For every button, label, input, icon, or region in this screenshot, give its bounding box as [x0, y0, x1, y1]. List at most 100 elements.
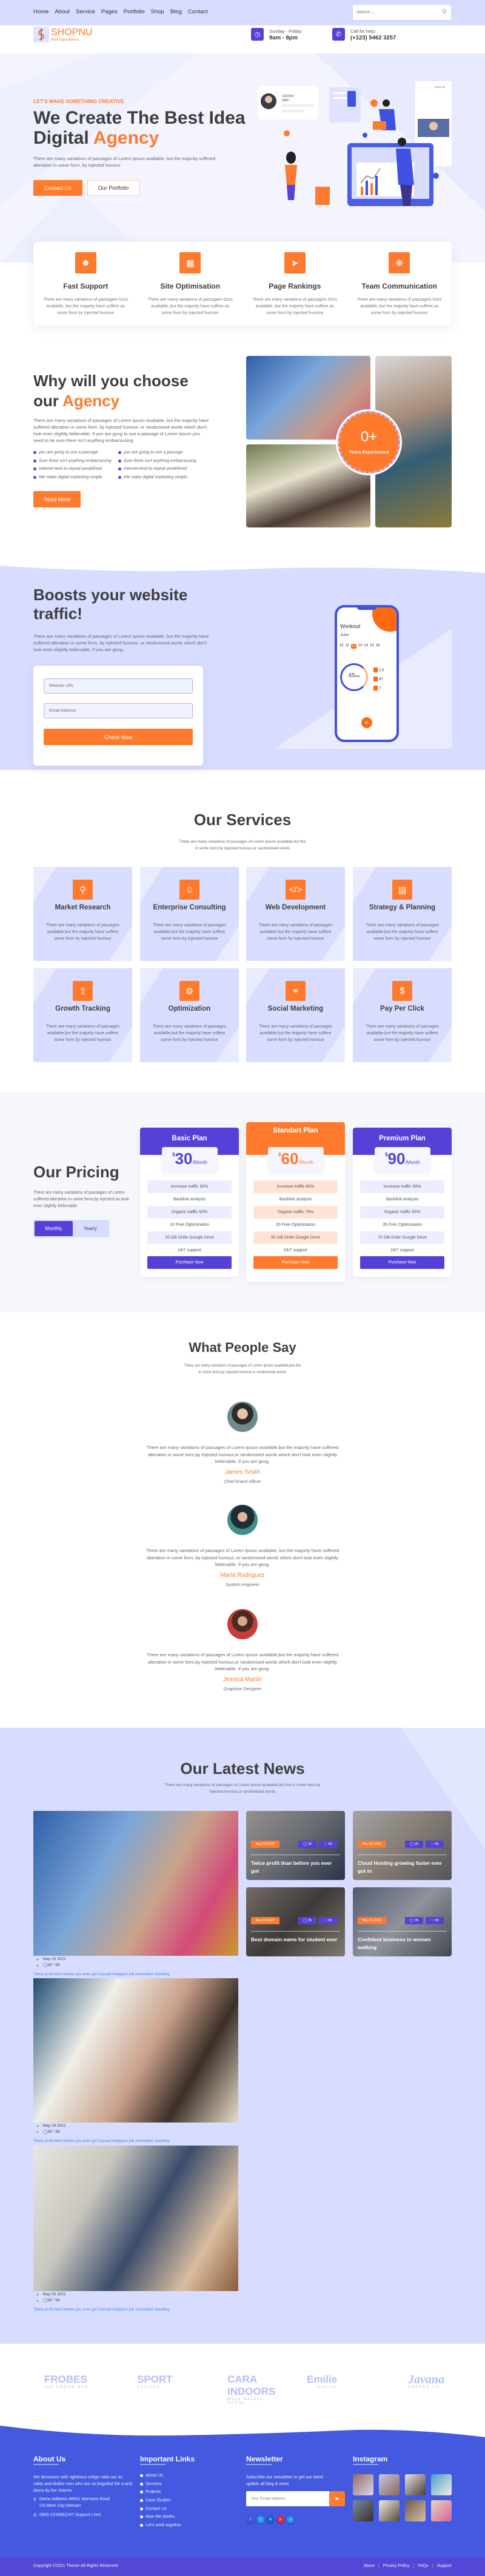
logo-icon[interactable]	[33, 27, 49, 42]
heart-icon: ♡	[430, 1842, 434, 1846]
footer-link[interactable]: Projects	[140, 2488, 181, 2497]
comment-count-badge[interactable]: ◯ 35	[405, 1917, 423, 1924]
service-card[interactable]: ⇧ Growth Tracking There are many variation…	[33, 968, 132, 1062]
logo-name[interactable]: SHOPNU	[51, 27, 92, 38]
news-card-title[interactable]: Twice profit than before you ever got	[251, 1859, 340, 1875]
nav-link-contact[interactable]: Contact	[188, 8, 208, 15]
why-list-item: you are going to use a passage	[118, 449, 196, 457]
footer-bottom-link-about[interactable]: About	[364, 2564, 375, 2568]
nav-link-pages[interactable]: Pages	[101, 8, 118, 15]
twitter-icon[interactable]: t	[256, 2516, 264, 2523]
footer-link[interactable]: How We Works	[140, 2513, 181, 2521]
instagram-photo[interactable]	[405, 2474, 426, 2495]
check-now-button[interactable]: Check Now	[44, 729, 193, 745]
instagram-photo[interactable]	[431, 2500, 452, 2521]
partner-name: Javana	[408, 2373, 444, 2386]
code-window-icon: </>	[286, 880, 306, 900]
footer-link[interactable]: Contact Us	[140, 2504, 181, 2513]
service-card[interactable]: ⚲ Market Research There are many variation…	[33, 867, 132, 961]
skype-icon[interactable]: s	[287, 2516, 294, 2523]
nav-link-about[interactable]: About	[55, 8, 70, 15]
testimonial-text: There are many variations of passages of…	[146, 1548, 340, 1568]
footer-link[interactable]: Let's work together	[140, 2521, 181, 2530]
instagram-photo[interactable]	[431, 2474, 452, 2495]
service-card[interactable]: ▤ Strategy & Planning There are many varia…	[353, 867, 452, 961]
partner-logo-5[interactable]: Javana COFFEE CO	[397, 2374, 464, 2398]
linkedin-icon[interactable]: in	[267, 2516, 274, 2523]
market-research-icon: ⚲	[73, 880, 93, 900]
nav-link-portfolio[interactable]: Portfolio	[124, 8, 145, 15]
search-input[interactable]	[353, 5, 432, 20]
email-address-input[interactable]	[44, 703, 193, 718]
service-card[interactable]: ⚭ Social Marketing There are many variatio…	[246, 968, 345, 1062]
service-title: Enterprise Consulting	[153, 904, 226, 911]
phone-minutes-unit: min	[355, 675, 360, 678]
instagram-photo[interactable]	[353, 2500, 373, 2521]
yearly-toggle[interactable]: Yearly	[73, 1221, 108, 1236]
comment-count-badge[interactable]: ◯ 35	[298, 1841, 316, 1848]
instagram-photo[interactable]	[353, 2474, 373, 2495]
phone-value[interactable]: (+123) 5462 3257	[350, 35, 396, 41]
footer-link[interactable]: Case Studies	[140, 2497, 181, 2505]
partner-logo-1[interactable]: FROBES ICE CREAM BAR	[33, 2374, 100, 2398]
our-portfolio-button[interactable]: Our Portfolio	[87, 180, 139, 196]
news-card[interactable]: May 03 2021 ◯ 35 ♡ 99 Best domain name for st…	[246, 1887, 345, 1956]
instagram-photo[interactable]	[379, 2474, 400, 2495]
news-link[interactable]: Twice profit than before you ever got Ca…	[33, 2307, 169, 2312]
search-box[interactable]: ⚲	[353, 5, 451, 20]
purchase-now-button[interactable]: Purchase Now	[360, 1256, 444, 1269]
service-card[interactable]: ⚙ Optimization There are many variations o…	[140, 968, 239, 1062]
newsletter-email-input[interactable]	[246, 2491, 329, 2506]
facebook-icon[interactable]: f	[247, 2516, 254, 2523]
contact-us-button[interactable]: Contact Us	[33, 180, 82, 196]
nav-link-home[interactable]: Home	[33, 8, 48, 15]
footer-link[interactable]: About Us	[140, 2472, 181, 2480]
price-period: /Month	[405, 1160, 420, 1165]
like-count-badge[interactable]: ♡ 99	[426, 1917, 444, 1924]
footer-bottom-link-faqs[interactable]: FAQs	[418, 2564, 429, 2568]
footer-bottom-link-support[interactable]: Support	[436, 2564, 452, 2568]
comment-count-badge[interactable]: ◯ 35	[405, 1841, 423, 1848]
news-link[interactable]: Twice profit than before you ever got Ca…	[33, 1972, 169, 1976]
testimonial-text: There are many variations of passages of…	[146, 1652, 339, 1672]
news-card[interactable]: May 03 2021 ◯ 35 ♡ 99 Confident business in w…	[353, 1887, 452, 1956]
footer-link[interactable]: Services	[140, 2480, 181, 2489]
like-count-badge[interactable]: ♡ 99	[319, 1917, 337, 1924]
pinterest-icon[interactable]: p	[276, 2516, 284, 2523]
website-url-input[interactable]	[44, 678, 193, 694]
partner-logo-2[interactable]: SPORT TACTICS	[126, 2374, 193, 2398]
feature-title: Team Communication	[361, 282, 437, 290]
footer-bottom-link-privacy-policy[interactable]: Privacy Policy	[383, 2564, 410, 2568]
monthly-toggle[interactable]: Monthly	[35, 1221, 73, 1236]
instagram-photo[interactable]	[379, 2500, 400, 2521]
testimonials-title: What People Say	[189, 1340, 296, 1355]
news-card-title[interactable]: Best domain name for student ever	[251, 1936, 340, 1944]
like-count-badge[interactable]: ♡ 99	[426, 1841, 444, 1848]
partner-logo-3[interactable]: CARA INDOORS Mega Rendes Design	[216, 2374, 283, 2405]
news-feed-photo	[33, 1978, 238, 2123]
service-card[interactable]: </> Web Development There are many variati…	[246, 867, 345, 961]
purchase-now-button[interactable]: Purchase Now	[253, 1256, 338, 1269]
purchase-now-button[interactable]: Purchase Now	[147, 1256, 232, 1269]
comment-count-badge[interactable]: ◯ 35	[298, 1917, 316, 1924]
partner-logo-4[interactable]: Emilie Aldrich	[307, 2374, 373, 2398]
service-card[interactable]: $ Pay Per Click There are many variations …	[353, 968, 452, 1062]
news-card-title[interactable]: Cloud Hosting growing faster ever got in	[358, 1859, 447, 1875]
footer-link-label: Projects	[146, 2490, 161, 2495]
nav-link-blog[interactable]: Blog	[170, 8, 182, 15]
read-more-button[interactable]: Read More	[33, 491, 81, 507]
news-link[interactable]: Twice profit than before you ever got Ca…	[33, 2139, 169, 2143]
nav-link-service[interactable]: Service	[76, 8, 95, 15]
copyright-text: Copyright ©2021 Theme All Rights Reserve…	[33, 2564, 118, 2568]
testimonial-role: Graphice Designer	[223, 1686, 262, 1691]
search-icon[interactable]: ⚲	[442, 8, 447, 16]
service-card[interactable]: ☺ Enterprise Consulting There are many var…	[140, 867, 239, 961]
instagram-photo[interactable]	[405, 2500, 426, 2521]
like-count: 99	[328, 1919, 332, 1922]
news-card-title[interactable]: Confident business in women walking	[358, 1936, 447, 1951]
nav-link-shop[interactable]: Shop	[151, 8, 164, 15]
like-count-badge[interactable]: ♡ 99	[319, 1841, 337, 1848]
news-card[interactable]: May 03 2021 ◯ 35 ♡ 99 Twice profit than befor…	[246, 1811, 345, 1880]
news-card[interactable]: May 03 2021 ◯ 35 ♡ 99 Cloud Hosting growing f…	[353, 1811, 452, 1880]
send-icon[interactable]: ➤	[329, 2491, 345, 2506]
